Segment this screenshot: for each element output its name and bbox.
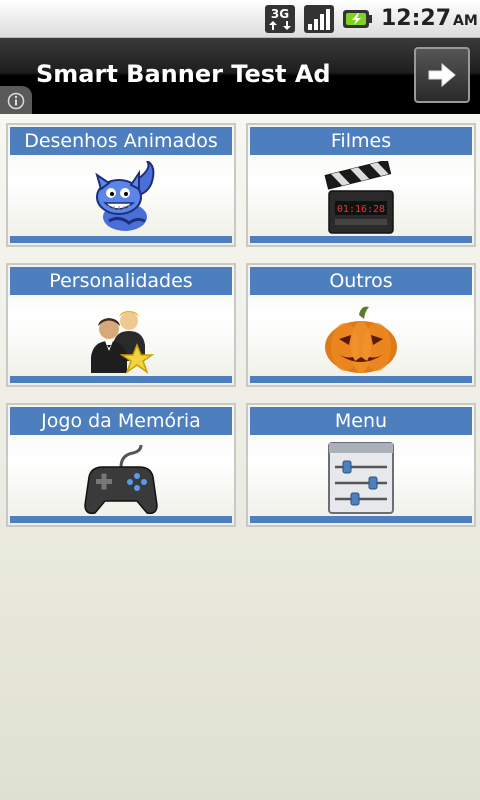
tile-jogo-da-memoria[interactable]: Jogo da Memória <box>6 403 236 527</box>
cheshire-cat-icon <box>95 161 155 231</box>
tile-label: Filmes <box>250 127 472 155</box>
tile-footer-bar <box>10 516 232 523</box>
pumpkin-icon <box>325 306 397 373</box>
svg-text:3G: 3G <box>271 7 289 21</box>
people-star-icon <box>91 311 155 374</box>
settings-sliders-icon <box>328 442 394 514</box>
tile-label: Outros <box>250 267 472 295</box>
tile-label: Jogo da Memória <box>10 407 232 435</box>
3g-data-icon: 3G <box>265 5 295 33</box>
tile-outros[interactable]: Outros <box>246 263 476 387</box>
tile-filmes[interactable]: Filmes 01:16:28 <box>246 123 476 247</box>
tile-footer-bar <box>250 236 472 243</box>
tile-desenhos-animados[interactable]: Desenhos Animados <box>6 123 236 247</box>
status-clock: 12:27 AM <box>381 6 478 31</box>
ad-banner[interactable]: Smart Banner Test Ad <box>0 38 480 114</box>
tile-footer-bar <box>10 376 232 383</box>
clapperboard-icon: 01:16:28 <box>324 161 394 234</box>
tile-label: Desenhos Animados <box>10 127 232 155</box>
tile-menu[interactable]: Menu <box>246 403 476 527</box>
info-icon <box>7 92 25 110</box>
svg-text:01:16:28: 01:16:28 <box>337 204 385 215</box>
battery-charging-icon <box>343 10 372 28</box>
ad-arrow-button[interactable] <box>414 47 470 103</box>
tile-personalidades[interactable]: Personalidades <box>6 263 236 387</box>
ad-title: Smart Banner Test Ad <box>36 60 331 88</box>
arrow-right-icon <box>428 62 456 88</box>
tile-footer-bar <box>10 236 232 243</box>
clock-ampm: AM <box>453 13 478 29</box>
tile-label: Personalidades <box>10 267 232 295</box>
status-bar: 3G 12:27 AM <box>0 0 480 38</box>
signal-strength-icon <box>304 5 334 33</box>
tile-footer-bar <box>250 516 472 523</box>
tile-footer-bar <box>250 376 472 383</box>
tile-label: Menu <box>250 407 472 435</box>
clock-time: 12:27 <box>381 6 452 31</box>
ad-info-button[interactable] <box>0 86 32 114</box>
gamepad-icon <box>84 444 158 515</box>
